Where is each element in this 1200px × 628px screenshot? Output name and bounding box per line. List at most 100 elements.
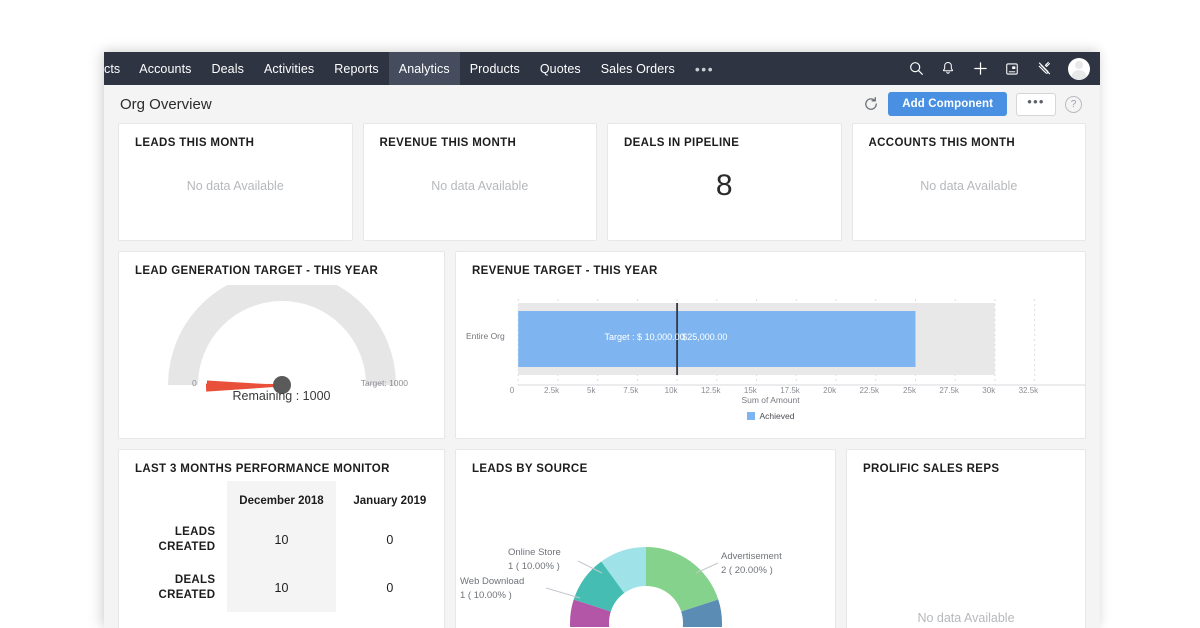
calendar-icon[interactable] [1002, 59, 1022, 79]
insights-row: LAST 3 MONTHS PERFORMANCE MONITOR Decemb… [118, 449, 1086, 628]
header-actions: Add Component ••• ? [863, 92, 1082, 116]
card-performance-monitor[interactable]: LAST 3 MONTHS PERFORMANCE MONITOR Decemb… [118, 449, 445, 628]
table-row: DEALS CREATED 10 0 [119, 564, 444, 612]
nav-action-icons [906, 52, 1100, 85]
dashboard-grid: LEADS THIS MONTH No data Available REVEN… [104, 123, 1100, 628]
nav-item-quotes[interactable]: Quotes [530, 52, 591, 85]
card-body: No data Available [364, 149, 597, 223]
card-title: DEALS IN PIPELINE [624, 137, 740, 149]
x-tick: 2.5k [544, 386, 560, 395]
nav-item-contacts[interactable]: cts [104, 52, 129, 85]
refresh-icon[interactable] [863, 96, 879, 112]
card-leads-this-month[interactable]: LEADS THIS MONTH No data Available [118, 123, 353, 241]
col-header-december-2018: December 2018 [227, 481, 336, 516]
nav-label: Deals [211, 61, 244, 76]
card-revenue-this-month[interactable]: REVENUE THIS MONTH No data Available [362, 123, 597, 241]
table-header-row: December 2018 January 2019 [119, 481, 444, 516]
card-deals-in-pipeline[interactable]: DEALS IN PIPELINE 8 [607, 123, 842, 241]
nav-item-deals[interactable]: Deals [202, 52, 254, 85]
tools-icon[interactable] [1034, 59, 1054, 79]
search-icon[interactable] [906, 59, 926, 79]
x-tick: 5k [587, 386, 596, 395]
cell-value: 0 [386, 581, 394, 595]
card-title: PROLIFIC SALES REPS [863, 463, 1000, 475]
kpi-row: LEADS THIS MONTH No data Available REVEN… [118, 123, 1086, 241]
x-tick: 12.5k [700, 386, 721, 395]
donut-value-web-download: 1 ( 10.00% ) [460, 590, 512, 601]
x-tick: 15k [743, 386, 757, 395]
donut-label-advertisement: Advertisement [721, 551, 782, 562]
nav-item-products[interactable]: Products [460, 52, 530, 85]
empty-state-label: No data Available [186, 179, 284, 193]
nav-label: Reports [334, 61, 379, 76]
nav-label: Sales Orders [600, 61, 675, 76]
nav-label: Accounts [139, 61, 192, 76]
nav-item-accounts[interactable]: Accounts [129, 52, 201, 85]
card-title: LEAD GENERATION TARGET - THIS YEAR [135, 265, 379, 277]
revenue-category-label: Entire Org [466, 331, 505, 341]
nav-item-activities[interactable]: Activities [254, 52, 324, 85]
col-header-blank [119, 481, 227, 516]
cell-value: 10 [227, 564, 336, 612]
card-body: No data Available [853, 149, 1086, 223]
performance-table: December 2018 January 2019 LEADS CREATED… [119, 481, 444, 612]
page-title: Org Overview [120, 95, 212, 113]
dashboard-header: Org Overview Add Component ••• ? [104, 85, 1100, 123]
card-leads-by-source[interactable]: LEADS BY SOURCE Advertisement 2 (20.00%… [455, 449, 836, 628]
legend-label-achieved: Achieved [759, 411, 795, 421]
card-body: No data Available [119, 149, 352, 223]
nav-label: Products [469, 61, 520, 76]
targets-row: LEAD GENERATION TARGET - THIS YEAR 0 Tar… [118, 251, 1086, 439]
cell-value: 0 [386, 533, 394, 547]
gauge-max-label: Target: 1000 [360, 378, 408, 388]
x-tick: 7.5k [623, 386, 639, 395]
nav-item-analytics[interactable]: Analytics [388, 52, 460, 85]
dashboard-more-button[interactable]: ••• [1016, 92, 1056, 116]
empty-state-label: No data Available [917, 611, 1015, 625]
card-title: LEADS THIS MONTH [135, 137, 255, 149]
x-tick: 27.5k [939, 386, 959, 395]
card-prolific-sales-reps[interactable]: PROLIFIC SALES REPS No data Available [846, 449, 1086, 628]
donut-svg: Advertisement 2 ( 20.00% ) Online Store … [460, 547, 782, 627]
nav-more-button[interactable]: ••• [685, 52, 724, 85]
legend-swatch-achieved [746, 412, 755, 420]
help-icon[interactable]: ? [1065, 95, 1082, 113]
empty-state-label: No data Available [920, 179, 1018, 193]
x-tick: 25k [903, 386, 916, 395]
x-tick: 22.5k [859, 386, 880, 395]
revenue-axis-title: Sum of Amount [741, 395, 800, 405]
card-lead-generation-target[interactable]: LEAD GENERATION TARGET - THIS YEAR 0 Tar… [118, 251, 445, 439]
x-tick: 17.5k [780, 386, 800, 395]
card-revenue-target[interactable]: REVENUE TARGET - THIS YEAR Entire Org Ta… [455, 251, 1086, 439]
avatar[interactable] [1068, 57, 1090, 80]
top-navigation-bar: cts Accounts Deals Activities Reports An… [104, 52, 1100, 85]
x-tick: 30k [982, 386, 996, 395]
x-tick: 0 [509, 386, 515, 395]
nav-label: Quotes [539, 61, 581, 76]
cell-value: 10 [227, 516, 336, 564]
card-body: No data Available [847, 475, 1085, 628]
plus-icon[interactable] [970, 59, 990, 79]
nav-item-reports[interactable]: Reports [324, 52, 388, 85]
card-title: ACCOUNTS THIS MONTH [868, 137, 1016, 149]
card-accounts-this-month[interactable]: ACCOUNTS THIS MONTH No data Available [851, 123, 1086, 241]
card-title: LEADS BY SOURCE [472, 463, 588, 475]
x-tick: 10k [664, 386, 678, 395]
nav-item-sales-orders[interactable]: Sales Orders [591, 52, 685, 85]
empty-state-label: No data Available [431, 179, 529, 193]
kpi-value: 8 [715, 169, 733, 202]
screenshot-root: cts Accounts Deals Activities Reports An… [0, 0, 1200, 628]
donut-label-web-download: Web Download [460, 576, 524, 587]
revenue-bar-chart: Entire Org Target : $ 10,000.00 $25,000.… [456, 277, 1085, 427]
table-header: December 2018 January 2019 [119, 481, 444, 516]
revenue-chart-svg [517, 299, 1085, 386]
card-title: LAST 3 MONTHS PERFORMANCE MONITOR [135, 463, 390, 475]
table-row: LEADS CREATED 10 0 [119, 516, 444, 564]
bell-icon[interactable] [938, 59, 958, 79]
nav-label: Analytics [398, 61, 450, 76]
nav-label: cts [104, 61, 121, 76]
revenue-legend: Achieved [456, 411, 1085, 421]
add-component-button[interactable]: Add Component [888, 92, 1007, 116]
col-header-january-2019: January 2019 [353, 495, 427, 507]
crm-app-window: cts Accounts Deals Activities Reports An… [104, 52, 1100, 628]
